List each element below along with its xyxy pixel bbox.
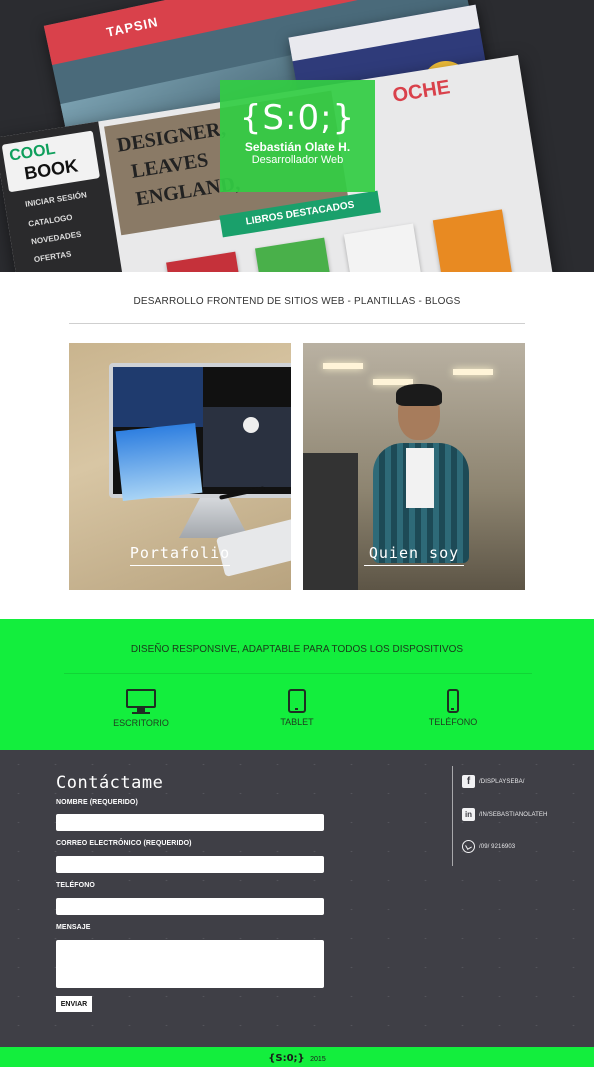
portfolio-card-title: Portafolio (69, 544, 291, 566)
mockup-book (166, 251, 248, 272)
footer: {S:0;} 2015 (0, 1047, 594, 1067)
person-photo (373, 384, 469, 563)
phone-input[interactable] (56, 898, 324, 915)
hero-banner: TAPSIN COOL BOOK INICIAR SESIÓN CATALOGO… (0, 0, 594, 272)
mockup-back-title: TAPSIN (104, 14, 160, 40)
responsive-title: DISEÑO RESPONSIVE, ADAPTABLE PARA TODOS … (130, 644, 464, 655)
facebook-icon: f (462, 775, 475, 788)
whatsapp-icon (462, 840, 475, 853)
name-label: NOMBRE (REQUERIDO) (56, 799, 138, 806)
mockup-book (432, 209, 515, 272)
contact-section: Contáctame NOMBRE (REQUERIDO) CORREO ELE… (0, 750, 594, 1047)
email-input[interactable] (56, 856, 324, 873)
name-input[interactable] (56, 814, 324, 831)
mockup-coolbook-logo: COOL BOOK (1, 130, 101, 193)
imac-illustration (109, 363, 291, 501)
brand-logo: {S:0;} (239, 98, 356, 138)
device-label: ESCRITORIO (113, 718, 169, 728)
services-tagline: DESARROLLO FRONTEND DE SITIOS WEB - PLAN… (133, 296, 461, 307)
email-label: CORREO ELECTRÓNICO (REQUERIDO) (56, 840, 192, 847)
device-tablet: TABLET (252, 689, 342, 727)
footer-logo: {S:0;} (268, 1053, 305, 1064)
about-me-card-title: Quien soy (303, 544, 525, 566)
brand-box: {S:0;} Sebastián Olate H. Desarrollador … (220, 80, 375, 192)
social-text: /09/ 9216903 (479, 843, 516, 850)
mockup-book (255, 237, 337, 272)
brand-name: Sebastián Olate H. (244, 140, 351, 154)
social-divider (452, 766, 453, 866)
desktop-icon (126, 689, 156, 714)
mockup-nav-item: OFERTAS (33, 249, 72, 265)
responsive-divider (64, 673, 532, 674)
message-label: MENSAJE (56, 924, 91, 931)
phone-icon (447, 689, 459, 713)
social-link-linkedin[interactable]: in /IN/SEBASTIANOLATEH (462, 808, 547, 821)
social-text: /DISPLAYSEBA/ (479, 778, 525, 785)
mockup-nav-item: INICIAR SESIÓN (24, 190, 88, 209)
brand-role: Desarrollador Web (251, 154, 344, 166)
section-divider (69, 323, 525, 324)
phone-label: TELÉFONO (56, 882, 95, 889)
portfolio-card[interactable]: Portafolio (69, 343, 291, 590)
mockup-nav-item: NOVEDADES (30, 229, 82, 247)
send-button[interactable]: ENVIAR (56, 996, 92, 1012)
social-link-facebook[interactable]: f /DISPLAYSEBA/ (462, 775, 525, 788)
social-link-whatsapp[interactable]: /09/ 9216903 (462, 840, 515, 853)
mockup-nav-item: CATALOGO (27, 212, 74, 229)
about-me-card[interactable]: Quien soy (303, 343, 525, 590)
message-textarea[interactable] (56, 940, 324, 988)
mockup-book (343, 223, 426, 272)
device-label: TABLET (280, 717, 314, 727)
device-label: TELÉFONO (428, 717, 478, 727)
tablet-icon (288, 689, 306, 713)
device-phone: TELÉFONO (408, 689, 498, 727)
social-text: /IN/SEBASTIANOLATEH (479, 811, 548, 818)
mockup-red-word: OCHE (391, 76, 452, 107)
footer-year: 2015 (310, 1056, 326, 1063)
linkedin-icon: in (462, 808, 475, 821)
device-desktop: ESCRITORIO (96, 689, 186, 728)
responsive-section: DISEÑO RESPONSIVE, ADAPTABLE PARA TODOS … (0, 619, 594, 750)
contact-title: Contáctame (56, 773, 164, 793)
